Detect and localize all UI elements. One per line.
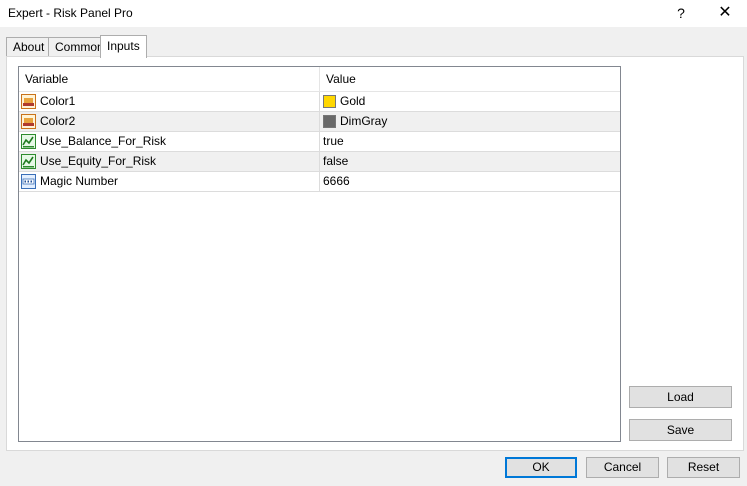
value-cell[interactable]: 6666: [320, 172, 620, 191]
variable-name: Use_Balance_For_Risk: [40, 134, 167, 148]
load-button[interactable]: Load: [629, 386, 732, 408]
variable-name: Magic Number: [40, 174, 119, 188]
column-header-value[interactable]: Value: [320, 67, 356, 91]
color-swatch: [323, 115, 336, 128]
table-row[interactable]: Color1 Gold: [19, 92, 620, 112]
bool-param-icon: [21, 154, 36, 169]
window-title: Expert - Risk Panel Pro: [8, 6, 133, 20]
column-header-variable[interactable]: Variable: [19, 67, 68, 91]
variable-cell: Color1: [19, 92, 320, 111]
tab-about[interactable]: About: [6, 37, 52, 57]
variable-name: Color1: [40, 94, 76, 108]
variable-cell: Magic Number: [19, 172, 320, 191]
value-cell[interactable]: true: [320, 132, 620, 151]
reset-button[interactable]: Reset: [667, 457, 740, 478]
cancel-button[interactable]: Cancel: [586, 457, 659, 478]
int-param-icon: [21, 174, 36, 189]
value-text: true: [323, 134, 344, 148]
bool-param-icon: [21, 134, 36, 149]
inputs-tab-panel: Variable Value Color1 Gold Color2 DimGra…: [6, 56, 744, 451]
close-icon[interactable]: ✕: [714, 3, 736, 23]
variable-name: Use_Equity_For_Risk: [40, 154, 157, 168]
color-param-icon: [21, 94, 36, 109]
variable-cell: Use_Equity_For_Risk: [19, 152, 320, 171]
table-row[interactable]: Color2 DimGray: [19, 112, 620, 132]
value-text: false: [323, 154, 349, 168]
variable-name: Color2: [40, 114, 76, 128]
inputs-grid: Variable Value Color1 Gold Color2 DimGra…: [18, 66, 621, 442]
color-swatch: [323, 95, 336, 108]
variable-cell: Use_Balance_For_Risk: [19, 132, 320, 151]
help-icon[interactable]: ?: [670, 3, 692, 23]
value-cell[interactable]: Gold: [320, 92, 620, 111]
tab-inputs[interactable]: Inputs: [100, 35, 147, 58]
variable-cell: Color2: [19, 112, 320, 131]
value-text: 6666: [323, 174, 350, 188]
table-row[interactable]: Magic Number 6666: [19, 172, 620, 192]
value-cell[interactable]: DimGray: [320, 112, 620, 131]
save-button[interactable]: Save: [629, 419, 732, 441]
value-text: Gold: [340, 94, 366, 108]
table-row[interactable]: Use_Balance_For_Risk true: [19, 132, 620, 152]
value-text: DimGray: [340, 114, 388, 128]
ok-button[interactable]: OK: [505, 457, 577, 478]
title-bar: Expert - Risk Panel Pro ? ✕: [0, 0, 747, 27]
color-param-icon: [21, 114, 36, 129]
grid-header: Variable Value: [19, 67, 620, 92]
value-cell[interactable]: false: [320, 152, 620, 171]
table-row[interactable]: Use_Equity_For_Risk false: [19, 152, 620, 172]
